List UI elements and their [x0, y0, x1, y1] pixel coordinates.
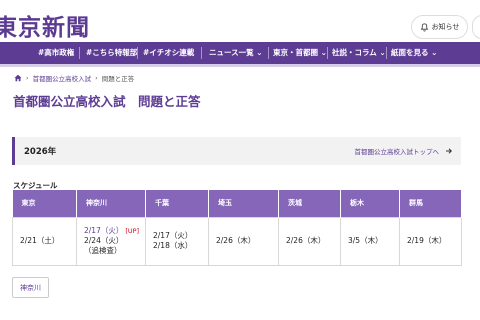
table-header-row: 東京 神奈川 千葉 埼玉 茨城 栃木 群馬 — [12, 190, 462, 217]
column-header-ibaraki: 茨城 — [278, 190, 341, 217]
menu-button[interactable] — [472, 15, 480, 39]
table-cell-saitama: 2/26（木） — [208, 216, 279, 266]
chevron-down-icon: ⌄ — [431, 48, 438, 57]
chevron-down-icon: ⌄ — [379, 48, 386, 57]
year-label: 2026年 — [24, 147, 57, 157]
table-row: 2/21（土） 2/17（火） [UP] 2/24（火） （追検査） 2/17（火… — [12, 216, 462, 266]
breadcrumb-item-current: 問題と正答 — [101, 75, 135, 83]
nav-divider — [327, 47, 328, 59]
chevron-right-icon: › — [95, 74, 98, 82]
nav-item-editorial[interactable]: 社説・コラム ⌄ — [332, 42, 386, 64]
exam-date: 2/21（土） — [20, 236, 60, 245]
notifications-button[interactable]: お知らせ — [411, 15, 468, 39]
column-header-tochigi: 栃木 — [340, 190, 400, 217]
page-title: 首都圏公立高校入試 問題と正答 — [13, 94, 201, 109]
table-cell-ibaraki: 2/26（木） — [278, 216, 341, 266]
breadcrumb: › 首都圏公立高校入試 › 問題と正答 — [14, 72, 134, 84]
notifications-label: お知らせ — [431, 23, 460, 31]
site-logo[interactable]: 東京新聞 — [0, 8, 90, 42]
nav-item-tokuhobu[interactable]: #こちら特報部 — [86, 42, 137, 64]
nav-item-takaichi[interactable]: #高市政権 — [38, 42, 74, 64]
exam-top-link[interactable]: 首都圏公立高校入試トップへ — [355, 146, 454, 156]
chevron-right-icon: › — [26, 74, 29, 82]
table-cell-chiba: 2/17（火） 2/18（水） — [145, 216, 209, 266]
nav-item-tokyo[interactable]: 東京・首都圏 ⌄ — [273, 42, 327, 64]
chevron-down-icon: ⌄ — [320, 48, 327, 57]
column-header-kanagawa: 神奈川 — [76, 190, 146, 217]
table-cell-gunma: 2/19（木） — [399, 216, 462, 266]
exam-date: 2/19（木） — [407, 236, 447, 245]
nav-divider — [268, 47, 269, 59]
nav-divider — [201, 47, 202, 59]
nav-item-editorial-label: 社説・コラム — [332, 48, 377, 57]
bell-icon — [420, 22, 428, 31]
column-header-gunma: 群馬 — [399, 190, 462, 217]
chevron-down-icon: ⌄ — [256, 48, 263, 57]
exam-date: 2/26（木） — [286, 236, 326, 245]
main-nav: #高市政権 #こちら特報部 #イチオシ連載 ニュース一覧 ⌄ 東京・首都圏 ⌄ … — [0, 42, 480, 64]
exam-date: 2/26（木） — [216, 236, 256, 245]
exam-date: 3/5（木） — [348, 236, 383, 245]
exam-date: 2/17（火） — [153, 231, 193, 240]
column-header-tokyo: 東京 — [12, 190, 77, 217]
year-banner: 2026年 首都圏公立高校入試トップへ — [12, 137, 461, 165]
exam-date: 2/24（火） — [84, 236, 124, 245]
nav-divider — [137, 47, 138, 59]
exam-date-link-label: 2/17（火） — [84, 226, 124, 235]
arrow-right-icon — [446, 148, 452, 154]
exam-date-note: （追検査） — [84, 246, 122, 255]
nav-item-news-list-label: ニュース一覧 — [209, 48, 254, 57]
table-cell-tochigi: 3/5（木） — [340, 216, 400, 266]
exam-date: 2/18（水） — [153, 241, 193, 250]
nav-item-ichioshi[interactable]: #イチオシ連載 — [143, 42, 194, 64]
nav-item-paper[interactable]: 紙面を見る ⌄ — [391, 42, 437, 64]
nav-shadow — [0, 64, 480, 67]
column-header-chiba: 千葉 — [145, 190, 209, 217]
table-cell-tokyo: 2/21（土） — [12, 216, 77, 266]
home-icon[interactable] — [14, 74, 22, 82]
table-cell-kanagawa: 2/17（火） [UP] 2/24（火） （追検査） — [76, 216, 146, 266]
exam-date-link[interactable]: 2/17（火） [UP] — [84, 226, 140, 236]
column-header-saitama: 埼玉 — [208, 190, 279, 217]
schedule-table: 東京 神奈川 千葉 埼玉 茨城 栃木 群馬 2/21（土） 2/17（火） [UP… — [12, 190, 462, 266]
update-badge: [UP] — [125, 227, 140, 235]
breadcrumb-item-exam[interactable]: 首都圏公立高校入試 — [33, 73, 92, 83]
nav-item-tokyo-label: 東京・首都圏 — [273, 48, 318, 57]
nav-divider — [79, 47, 80, 59]
nav-item-paper-label: 紙面を見る — [391, 48, 429, 57]
nav-divider — [386, 47, 387, 59]
site-header: 東京新聞 お知らせ — [0, 0, 480, 42]
pref-button-kanagawa[interactable]: 神奈川 — [12, 277, 49, 298]
nav-item-news-list[interactable]: ニュース一覧 ⌄ — [209, 42, 263, 64]
exam-top-link-label: 首都圏公立高校入試トップへ — [354, 148, 440, 156]
